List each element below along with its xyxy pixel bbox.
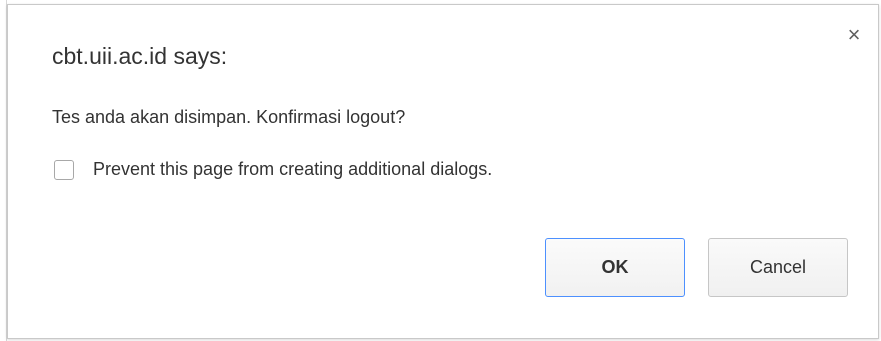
dialog-message: Tes anda akan disimpan. Konfirmasi logou… <box>52 107 406 127</box>
dialog-title: cbt.uii.ac.id says: <box>52 43 228 69</box>
alert-dialog: cbt.uii.ac.id says: × Tes anda akan disi… <box>7 4 879 339</box>
prevent-dialogs-label[interactable]: Prevent this page from creating addition… <box>93 159 492 180</box>
background-page-edge <box>0 0 7 341</box>
prevent-dialogs-option[interactable]: Prevent this page from creating addition… <box>54 159 492 180</box>
prevent-dialogs-checkbox[interactable] <box>54 159 74 180</box>
cancel-button[interactable]: Cancel <box>708 238 848 297</box>
close-icon[interactable]: × <box>842 23 866 47</box>
page: cbt.uii.ac.id says: × Tes anda akan disi… <box>0 0 881 341</box>
ok-button[interactable]: OK <box>545 238 685 297</box>
